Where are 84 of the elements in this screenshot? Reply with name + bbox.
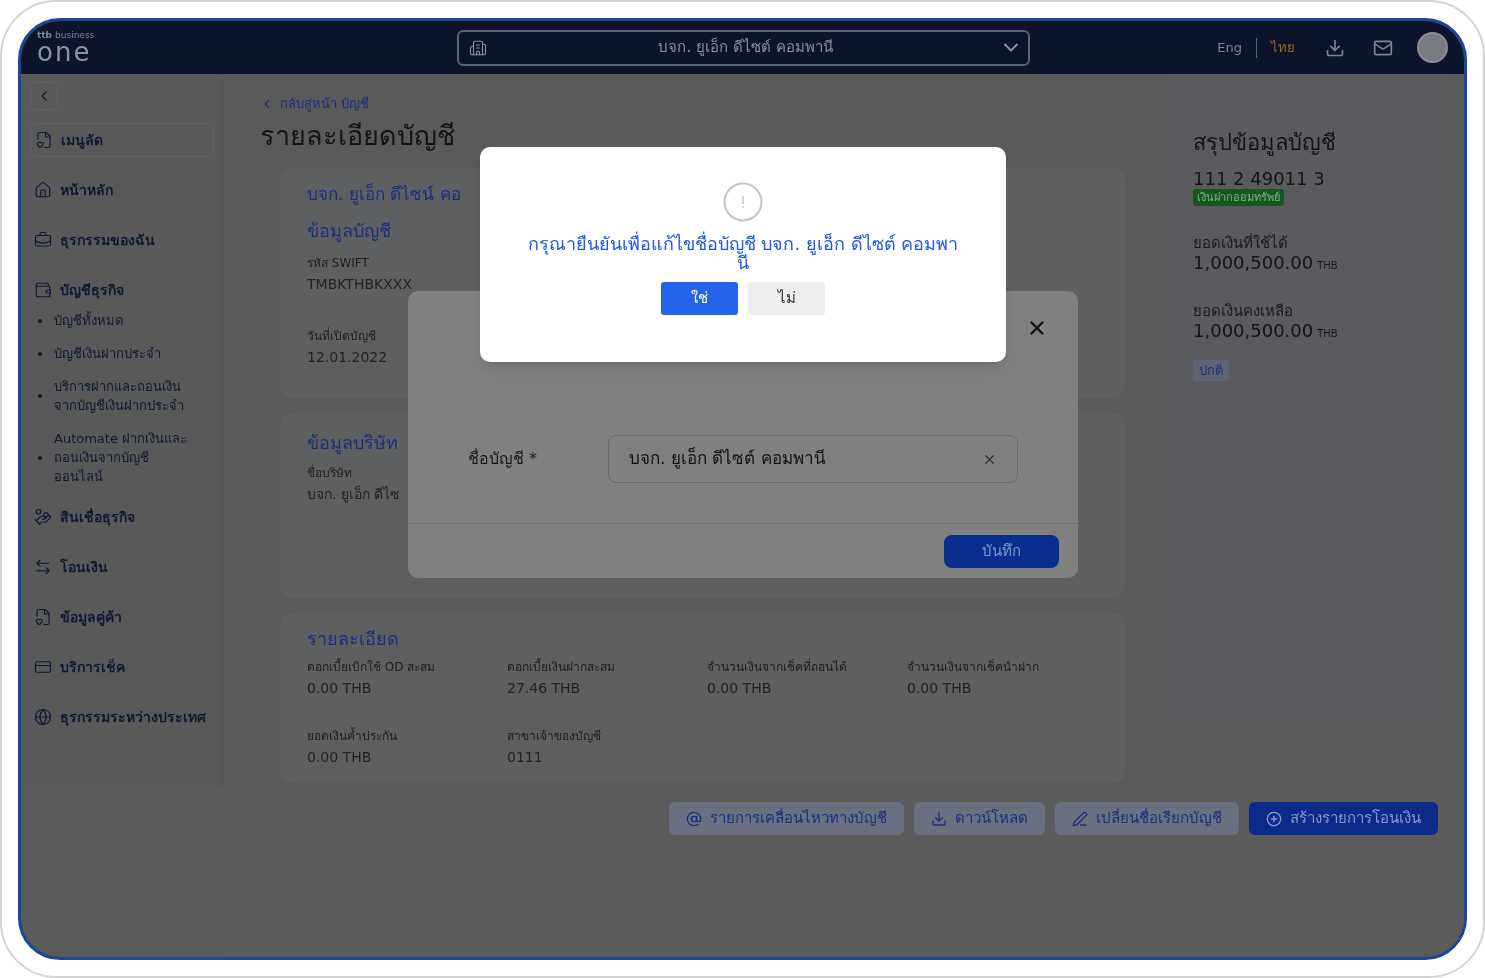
sidebar-item[interactable]: สินเชื่อธุรกิจ bbox=[30, 500, 214, 534]
house-icon bbox=[34, 181, 52, 199]
field-label: ชื่อบริษัท bbox=[307, 463, 352, 482]
logo-tagline: business bbox=[55, 31, 95, 40]
logo-brand: ttb bbox=[37, 31, 53, 40]
account-type-tag: เงินฝากออมทรัพย์ bbox=[1193, 189, 1284, 206]
chevron-down-icon bbox=[1004, 43, 1018, 52]
section-title: รายละเอียด bbox=[307, 626, 400, 651]
at-sign-icon bbox=[686, 810, 702, 827]
sidebar-item[interactable]: บริการเช็ค bbox=[30, 650, 214, 684]
field-value: 0.00 THB bbox=[307, 747, 372, 767]
download-icon[interactable] bbox=[1325, 37, 1345, 58]
name-input[interactable]: บจก. ยูเอ็ก ดีไซต์ คอมพานี bbox=[608, 435, 1018, 483]
bullet-icon bbox=[38, 351, 42, 356]
action-button[interactable]: รายการเคลื่อนไหวทางบัญชี bbox=[669, 802, 904, 835]
currency-label: THB bbox=[1317, 327, 1338, 341]
card-title: บจก. ยูเอ็ก ดีไซน์ คอ bbox=[307, 182, 461, 207]
yes-button[interactable]: ใช่ bbox=[661, 282, 738, 315]
status-tag: ปกติ bbox=[1193, 360, 1229, 381]
file-heart-icon bbox=[34, 608, 52, 626]
globe-icon bbox=[34, 708, 52, 726]
field-value: 0.00 THB bbox=[307, 678, 372, 698]
field-value: TMBKTHBKXXX bbox=[307, 275, 412, 294]
building-icon bbox=[469, 38, 487, 57]
field-label: วันที่เปิดบัญชี bbox=[307, 327, 376, 345]
page-title: รายละเอียดบัญชี bbox=[260, 118, 456, 153]
field-label: ดอกเบี้ยเบิกใช้ OD สะสม bbox=[307, 657, 436, 676]
bullet-icon bbox=[38, 318, 42, 323]
field-value: 0.00 THB bbox=[707, 678, 772, 698]
company-selector[interactable]: บจก. ยูเอ็ก ดีไซต์ คอมพานี bbox=[457, 29, 1030, 66]
arrows-icon bbox=[34, 558, 52, 576]
section-title: ข้อมูลบริษัท bbox=[307, 430, 398, 456]
pencil-icon bbox=[1072, 810, 1088, 827]
section-title: ข้อมูลบัญชี bbox=[307, 219, 391, 244]
sidebar-item[interactable]: ธุรกรรมระหว่างประเทศ bbox=[30, 700, 214, 734]
field-label: จำนวนเงินจากเช็คนำฝาก bbox=[907, 658, 1039, 676]
back-link[interactable]: กลับสู่หน้า บัญชี bbox=[260, 94, 1164, 114]
download-icon bbox=[931, 810, 947, 827]
bullet-icon bbox=[38, 394, 42, 398]
card-icon bbox=[34, 658, 52, 676]
submenu-item[interactable]: Automate ฝากเงินและถอนเงินจากบัญชีออนไลน์ bbox=[54, 429, 194, 486]
briefcase-icon bbox=[34, 231, 52, 249]
sidebar-item[interactable]: บัญชีธุรกิจ bbox=[30, 273, 214, 307]
submenu-item[interactable]: บัญชีทั้งหมด bbox=[54, 311, 194, 330]
field-label: จำนวนเงินจากเช็คที่ถอนได้ bbox=[707, 657, 847, 676]
language-option[interactable]: ไทย bbox=[1271, 37, 1295, 58]
sidebar-item[interactable]: โอนเงิน bbox=[30, 550, 214, 584]
shortcut-menu[interactable]: เมนูลัด bbox=[30, 123, 214, 157]
warning-icon bbox=[723, 182, 763, 222]
no-button[interactable]: ไม่ bbox=[748, 282, 825, 315]
field-label: ยอดเงินค้ำประกัน bbox=[307, 726, 397, 745]
save-button[interactable]: บันทึก bbox=[944, 534, 1059, 568]
sidebar-item[interactable]: หน้าหลัก bbox=[30, 173, 214, 207]
action-button[interactable]: สร้างรายการโอนเงิน bbox=[1249, 802, 1438, 835]
currency-label: THB bbox=[1317, 259, 1338, 273]
field-value: บจก. ยูเอ็ก ดีไซ bbox=[307, 484, 401, 505]
submenu-item[interactable]: บัญชีเงินฝากประจำ bbox=[54, 344, 194, 363]
plus-circle-icon bbox=[1266, 810, 1282, 827]
summary-title: สรุปข้อมูลบัญชี bbox=[1193, 129, 1337, 158]
balance-label: ยอดเงินที่ใช้ได้ bbox=[1193, 234, 1289, 252]
balance-amount: 1,000,500.00 bbox=[1193, 252, 1314, 274]
bullet-icon bbox=[38, 455, 42, 460]
account-number: 111 2 49011 3 bbox=[1193, 169, 1326, 189]
action-button[interactable]: ดาวน์โหลด bbox=[914, 802, 1045, 835]
balance-label: ยอดเงินคงเหลือ bbox=[1193, 302, 1294, 320]
field-label: ดอกเบี้ยเงินฝากสะสม bbox=[507, 657, 615, 676]
field-label: สาขาเจ้าของบัญชี bbox=[507, 727, 601, 745]
logo-name: one bbox=[37, 40, 92, 64]
sidebar-item[interactable]: ธุรกรรมของฉัน bbox=[30, 223, 214, 257]
balance-amount: 1,000,500.00 bbox=[1193, 320, 1314, 342]
field-label: ชื่อบัญชี * bbox=[468, 447, 539, 470]
action-button[interactable]: เปลี่ยนชื่อเรียกบัญชี bbox=[1055, 802, 1239, 835]
file-heart-icon bbox=[35, 131, 53, 149]
field-value: 12.01.2022 bbox=[307, 348, 388, 367]
language-option[interactable]: Eng bbox=[1217, 37, 1242, 58]
field-label: รหัส SWIFT bbox=[307, 255, 369, 272]
submenu-item[interactable]: บริการฝากและถอนเงินจากบัญชีเงินฝากประจำ bbox=[54, 377, 194, 415]
field-value: 27.46 THB bbox=[507, 678, 581, 698]
wallet-icon bbox=[34, 281, 52, 299]
hand-coin-icon bbox=[34, 508, 52, 526]
sidebar-item[interactable]: ข้อมูลคู่ค้า bbox=[30, 600, 214, 634]
avatar[interactable] bbox=[1417, 32, 1448, 63]
field-value: 0.00 THB bbox=[907, 678, 972, 698]
field-value: 0111 bbox=[507, 747, 543, 767]
